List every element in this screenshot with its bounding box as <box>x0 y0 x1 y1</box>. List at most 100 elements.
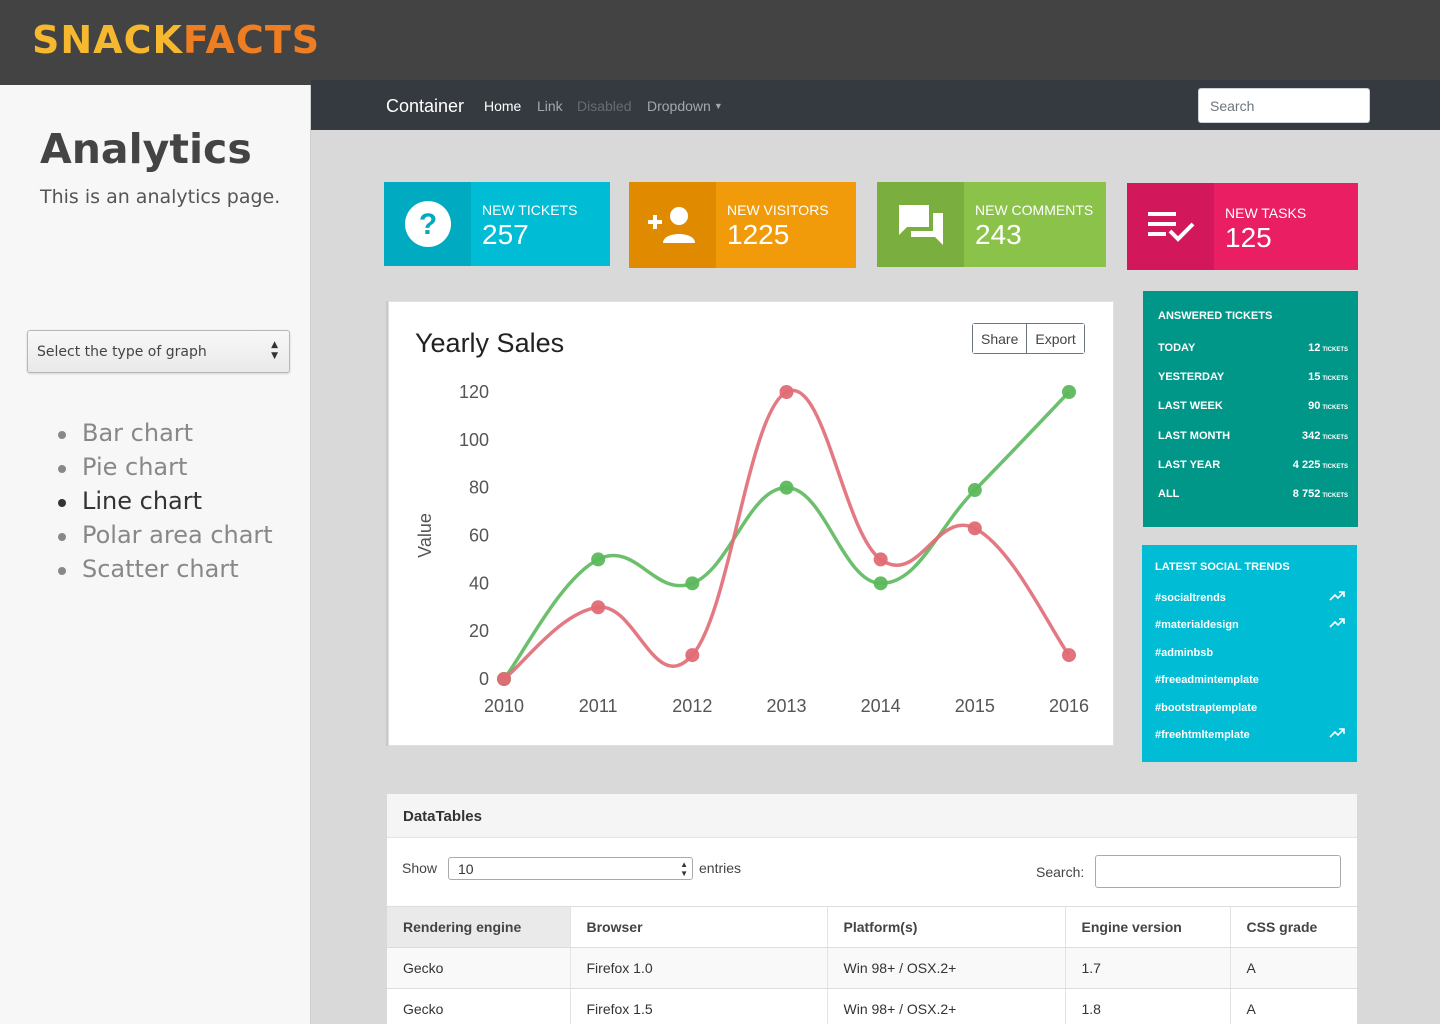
stat-card-new-visitors[interactable]: NEW VISITORS 1225 <box>629 182 856 268</box>
chart-type-line[interactable]: Line chart <box>58 486 273 520</box>
trend-row[interactable]: #adminbsb <box>1155 647 1345 659</box>
table-cell: A <box>1230 988 1357 1024</box>
navbar-brand[interactable]: Container <box>386 96 464 117</box>
trend-tag: #adminbsb <box>1155 647 1214 659</box>
sidebar: Analytics This is an analytics page. Sel… <box>0 85 311 1024</box>
stat-value: 243 <box>975 219 1022 250</box>
trend-row[interactable]: #materialdesign <box>1155 617 1345 632</box>
data-table: Rendering engine Browser Platform(s) Eng… <box>387 906 1357 1024</box>
logo-part-snack: SNACK <box>32 18 183 62</box>
logo[interactable]: SNACKFACTS <box>32 18 320 62</box>
chart-type-scatter[interactable]: Scatter chart <box>58 554 273 588</box>
data-point <box>779 385 794 399</box>
page-title: Analytics <box>40 125 252 173</box>
nav-dropdown[interactable]: Dropdown ▼ <box>647 98 723 114</box>
trend-row[interactable]: #freeadmintemplate <box>1155 674 1345 686</box>
ticket-row-value: 15 <box>1308 371 1321 383</box>
data-point <box>685 648 700 663</box>
chart-type-bar[interactable]: Bar chart <box>58 418 273 452</box>
select-arrows-icon: ▲ ▼ <box>271 340 278 361</box>
stat-label: NEW VISITORS <box>727 202 829 218</box>
export-button[interactable]: Export <box>1026 324 1084 353</box>
column-header[interactable]: CSS grade <box>1230 906 1357 948</box>
trend-row[interactable]: #bootstraptemplate <box>1155 702 1345 714</box>
nav-dropdown-label: Dropdown <box>647 98 711 114</box>
ticket-row-value: 12 <box>1308 342 1321 354</box>
entries-label: entries <box>699 860 742 876</box>
graph-type-select[interactable]: Select the type of graph ▲ ▼ <box>27 330 290 373</box>
ticket-row: TODAY 12 TICKETS <box>1158 342 1348 354</box>
data-point <box>685 576 700 591</box>
stat-card-new-tickets[interactable]: ? NEW TICKETS 257 <box>384 182 610 266</box>
person-add-icon <box>629 182 716 268</box>
stat-label: NEW COMMENTS <box>975 202 1094 218</box>
ticket-row-unit: TICKETS <box>1322 347 1348 353</box>
navbar-search-input[interactable] <box>1198 88 1370 123</box>
y-axis-label: Value <box>415 513 435 558</box>
data-point <box>591 552 606 567</box>
table-cell: Gecko <box>387 988 571 1024</box>
data-point <box>873 576 888 591</box>
table-row[interactable]: Gecko Firefox 1.0 Win 98+ / OSX.2+ 1.7 A <box>387 947 1357 989</box>
ticket-row-label: LAST WEEK <box>1158 400 1223 412</box>
column-header[interactable]: Rendering engine <box>387 906 571 948</box>
stat-card-new-comments[interactable]: NEW COMMENTS 243 <box>877 182 1106 267</box>
data-point <box>1062 648 1076 663</box>
ticket-row-label: YESTERDAY <box>1158 371 1225 383</box>
datatable-header: DataTables <box>387 794 1357 838</box>
table-search-label: Search: <box>1036 864 1085 880</box>
ticket-row-value: 342 <box>1301 430 1321 442</box>
ticket-row-value: 90 <box>1308 400 1321 412</box>
show-label: Show <box>402 860 438 876</box>
column-header[interactable]: Engine version <box>1065 906 1231 948</box>
x-tick-label: 2014 <box>861 696 901 716</box>
stat-value: 125 <box>1225 222 1272 253</box>
navbar: Container Home Link Disabled Dropdown ▼ <box>311 80 1440 130</box>
answered-tickets-title: ANSWERED TICKETS <box>1158 310 1273 322</box>
answered-tickets-panel: ANSWERED TICKETS TODAY 12 TICKETS YESTERDA… <box>1143 291 1358 527</box>
table-search-input[interactable] <box>1095 855 1341 888</box>
page-subtitle: This is an analytics page. <box>40 186 281 208</box>
column-header[interactable]: Platform(s) <box>827 906 1066 948</box>
table-cell: 1.8 <box>1065 988 1231 1024</box>
svg-text:?: ? <box>418 208 436 241</box>
ticket-row-label: LAST YEAR <box>1158 459 1221 471</box>
nav-home[interactable]: Home <box>484 98 521 114</box>
series-line-1 <box>502 388 1071 681</box>
chart-type-polar-area[interactable]: Polar area chart <box>58 520 273 554</box>
ticket-row: ALL 8 752 TICKETS <box>1158 488 1348 500</box>
ticket-row-value: 8 752 <box>1292 488 1321 500</box>
trending-up-icon <box>1329 590 1345 605</box>
trend-row[interactable]: #freehtmltemplate <box>1155 727 1345 742</box>
playlist-check-icon <box>1127 183 1214 270</box>
x-tick-label: 2010 <box>484 696 524 716</box>
trending-up-icon <box>1329 727 1345 742</box>
stat-label: NEW TICKETS <box>482 202 578 218</box>
table-row[interactable]: Gecko Firefox 1.5 Win 98+ / OSX.2+ 1.8 A <box>387 988 1357 1024</box>
logo-part-facts: FACTS <box>182 18 321 62</box>
chart-button-group: Share Export <box>972 323 1085 354</box>
data-point <box>591 600 606 615</box>
trending-up-icon <box>1329 617 1345 632</box>
table-cell: Firefox 1.0 <box>570 947 828 989</box>
graph-type-select-value: Select the type of graph <box>37 344 207 360</box>
y-tick-label: 80 <box>469 478 489 498</box>
stat-value: 257 <box>482 219 529 250</box>
nav-link[interactable]: Link <box>537 98 563 114</box>
share-button[interactable]: Share <box>973 324 1027 353</box>
stat-card-new-tasks[interactable]: NEW TASKS 125 <box>1127 183 1358 270</box>
forum-icon <box>877 182 964 267</box>
stat-value: 1225 <box>727 219 790 250</box>
ticket-row: LAST WEEK 90 TICKETS <box>1158 400 1348 412</box>
table-cell: Win 98+ / OSX.2+ <box>827 988 1066 1024</box>
column-header[interactable]: Browser <box>570 906 828 948</box>
data-point <box>779 480 794 495</box>
table-cell: A <box>1230 947 1357 989</box>
chart-title: Yearly Sales <box>415 328 565 358</box>
trend-row[interactable]: #socialtrends <box>1155 590 1345 605</box>
ticket-row-unit: TICKETS <box>1322 435 1348 441</box>
trend-tag: #socialtrends <box>1155 592 1226 604</box>
line-chart: 0 20 40 60 80 100 120 2010 2011 2012 2013 2014 2015 2… <box>415 382 1089 716</box>
page-length-select[interactable]: 10 ▲ ▼ <box>448 857 693 880</box>
chart-type-pie[interactable]: Pie chart <box>58 452 273 486</box>
